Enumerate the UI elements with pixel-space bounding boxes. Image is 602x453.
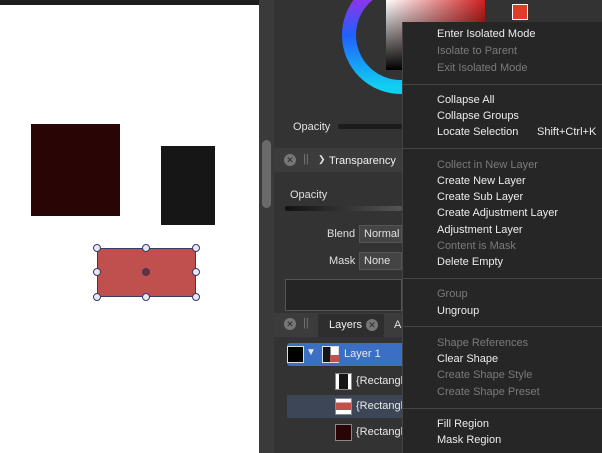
- menu-create-sub-layer[interactable]: Create Sub Layer: [437, 191, 523, 203]
- selection-handle-br[interactable]: [192, 293, 200, 301]
- selection-handle-ml[interactable]: [93, 268, 101, 276]
- selection-handle-bm[interactable]: [142, 293, 150, 301]
- close-panel-icon[interactable]: ✕: [284, 318, 296, 330]
- layer-row-layer-1[interactable]: ▼ Layer 1: [287, 343, 407, 366]
- menu-fill-region[interactable]: Fill Region: [437, 418, 489, 430]
- blend-mode-select[interactable]: Normal: [359, 225, 402, 243]
- menu-group: Group: [437, 288, 468, 300]
- selection-handle-tr[interactable]: [192, 244, 200, 252]
- layer-name: {Rectangle: [356, 426, 407, 438]
- menu-mask-region[interactable]: Mask Region: [437, 434, 501, 446]
- transparency-opacity-label: Opacity: [290, 189, 328, 201]
- menu-clear-shape[interactable]: Clear Shape: [437, 353, 498, 365]
- menu-isolate-to-parent: Isolate to Parent: [437, 45, 518, 57]
- selection-handle-center[interactable]: [142, 268, 150, 276]
- menu-delete-empty[interactable]: Delete Empty: [437, 256, 503, 268]
- selection-handle-tm[interactable]: [142, 244, 150, 252]
- mask-select[interactable]: None: [359, 252, 402, 270]
- close-panel-icon[interactable]: ✕: [284, 154, 296, 166]
- transparency-preview-area: [285, 279, 402, 311]
- scrollbar-thumb[interactable]: [262, 140, 271, 208]
- mask-label: Mask: [329, 255, 356, 267]
- menu-locate-selection-shortcut: Shift+Ctrl+K: [537, 126, 597, 138]
- color-opacity-slider[interactable]: [338, 124, 402, 129]
- menu-adjustment-layer[interactable]: Adjustment Layer: [437, 224, 523, 236]
- transparency-opacity-slider[interactable]: [285, 206, 402, 211]
- menu-create-adjustment-layer[interactable]: Create Adjustment Layer: [437, 207, 558, 219]
- menu-collapse-all[interactable]: Collapse All: [437, 94, 494, 106]
- color-swatch-icon[interactable]: [512, 4, 528, 20]
- menu-separator: [402, 326, 602, 327]
- layer-thumbnail: [335, 424, 352, 441]
- layer-name: {Rectangle: [356, 400, 407, 412]
- menu-locate-selection[interactable]: Locate Selection: [437, 126, 518, 138]
- menu-content-is-mask: Content is Mask: [437, 240, 516, 252]
- menu-create-shape-style: Create Shape Style: [437, 369, 533, 381]
- layer-row-rectangle[interactable]: {Rectangle: [287, 395, 407, 418]
- layer-thumbnail: [335, 373, 352, 390]
- selection-handle-mr[interactable]: [192, 268, 200, 276]
- blend-label: Blend: [327, 228, 356, 240]
- menu-separator: [402, 148, 602, 149]
- layer-row-rectangle[interactable]: {Rectangle: [287, 421, 407, 444]
- menu-separator: [402, 278, 602, 279]
- menu-separator: [402, 408, 602, 409]
- menu-collapse-groups[interactable]: Collapse Groups: [437, 110, 519, 122]
- canvas-top-border: [0, 0, 259, 5]
- layer-row-rectangle[interactable]: {Rectangle: [287, 370, 407, 393]
- layer-visibility-box[interactable]: [287, 346, 304, 363]
- tab-next[interactable]: A: [394, 319, 401, 331]
- menu-exit-isolated-mode: Exit Isolated Mode: [437, 62, 528, 74]
- menu-collect-in-new-layer: Collect in New Layer: [437, 159, 538, 171]
- panel-splitter[interactable]: [259, 0, 274, 453]
- black-rectangle[interactable]: [161, 146, 215, 225]
- triangle-down-icon[interactable]: ▼: [306, 347, 316, 358]
- menu-create-shape-preset: Create Shape Preset: [437, 386, 540, 398]
- layer-name: Layer 1: [344, 348, 381, 360]
- menu-ungroup[interactable]: Ungroup: [437, 305, 479, 317]
- tab-layers-text: Layers: [329, 319, 363, 331]
- selection-handle-tl[interactable]: [93, 244, 101, 252]
- menu-create-new-layer[interactable]: Create New Layer: [437, 175, 526, 187]
- panel-grip-icon[interactable]: ||: [303, 317, 309, 329]
- menu-enter-isolated-mode[interactable]: Enter Isolated Mode: [437, 28, 535, 40]
- document-canvas[interactable]: [0, 0, 259, 453]
- chevron-down-icon[interactable]: ❯: [318, 154, 326, 165]
- color-opacity-label: Opacity: [293, 121, 331, 133]
- panel-grip-icon[interactable]: ||: [303, 153, 309, 165]
- dark-red-rectangle[interactable]: [31, 124, 120, 216]
- layer-name: {Rectangle: [356, 375, 407, 387]
- menu-separator: [402, 84, 602, 85]
- layer-thumbnail: [335, 398, 352, 415]
- tab-transparency[interactable]: Transparency: [329, 155, 396, 167]
- selection-handle-bl[interactable]: [93, 293, 101, 301]
- close-tab-icon[interactable]: ✕: [366, 319, 378, 331]
- menu-shape-references: Shape References: [437, 337, 529, 349]
- layer-thumbnail: [322, 346, 339, 363]
